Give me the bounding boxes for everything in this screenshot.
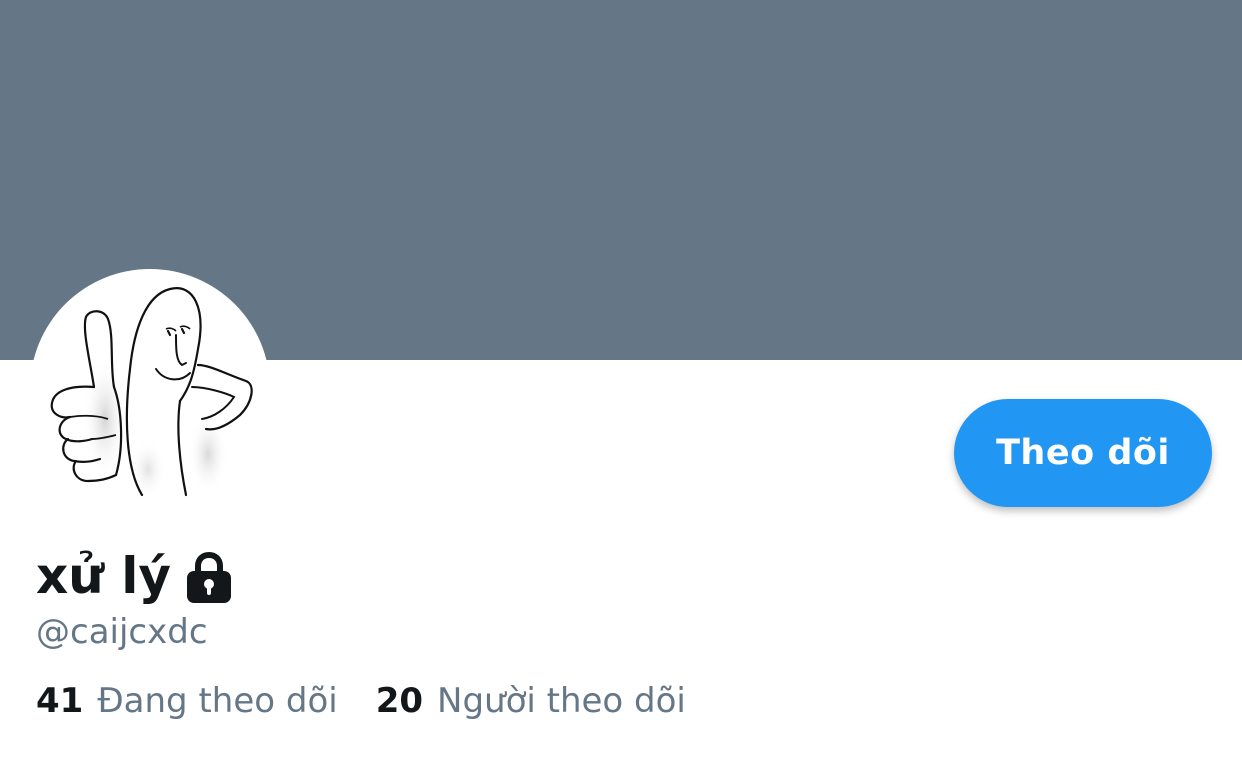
thumbs-up-doodle-avatar — [50, 287, 253, 499]
display-name: xử lý — [36, 547, 171, 605]
followers-stat[interactable]: 20 Người theo dõi — [376, 678, 686, 724]
profile-stats: 41 Đang theo dõi 20 Người theo dõi — [36, 678, 686, 724]
following-label: Đang theo dõi — [97, 681, 338, 721]
following-stat[interactable]: 41 Đang theo dõi — [36, 678, 338, 724]
followers-count: 20 — [375, 681, 424, 721]
follow-button[interactable]: Theo dõi — [954, 399, 1212, 507]
profile-handle: @caijcxdc — [36, 612, 208, 652]
following-count: 41 — [36, 681, 84, 721]
lock-icon — [185, 551, 233, 604]
profile-name-row: xử lý — [36, 544, 233, 608]
avatar[interactable] — [30, 269, 270, 509]
followers-label: Người theo dõi — [437, 681, 686, 721]
